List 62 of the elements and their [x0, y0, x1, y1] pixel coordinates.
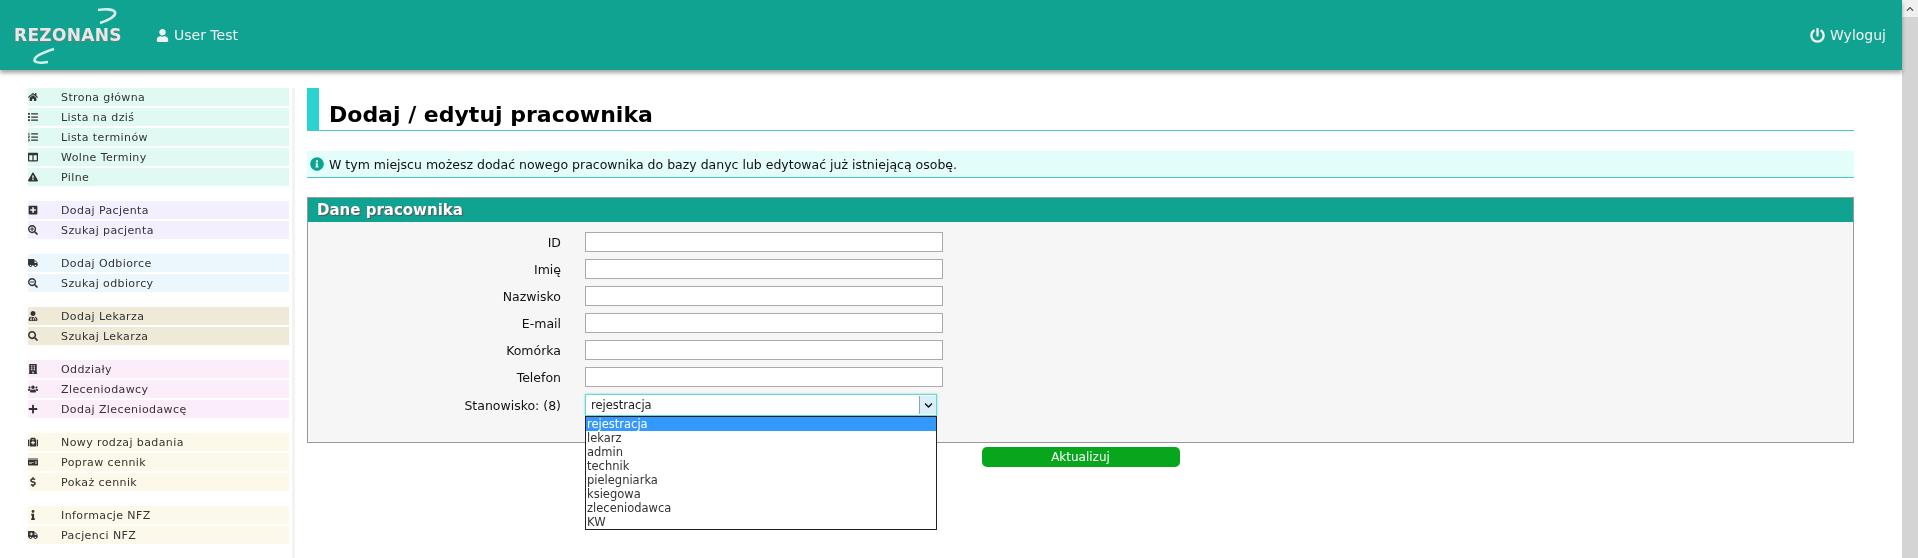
input-field[interactable] [585, 232, 943, 252]
caret-icon [919, 396, 936, 414]
info-icon [28, 510, 38, 520]
sidebar-item[interactable]: Wolne Terminy [28, 148, 289, 166]
plus-icon [28, 404, 38, 414]
medkit-icon [28, 437, 38, 447]
sidebar-item[interactable]: Dodaj Pacjenta [28, 201, 289, 219]
field-label: Imię [532, 261, 561, 277]
sidebar-item[interactable]: Dodaj Zleceniodawcę [28, 400, 289, 418]
input-field[interactable] [585, 340, 943, 360]
dollar-icon [28, 477, 38, 487]
scrollbar[interactable] [1902, 0, 1918, 558]
sidebar-item[interactable]: Pokaż cennik [28, 473, 289, 491]
sidebar-item[interactable]: Strona główna [28, 88, 289, 106]
logo: REZONANS [14, 5, 132, 65]
sidebar-item[interactable]: Pilne [28, 168, 289, 186]
warning-icon [28, 172, 38, 182]
list-icon [28, 112, 38, 122]
user-icon [156, 28, 169, 42]
field-label: Telefon [515, 369, 561, 385]
sidebar-item[interactable]: Zleceniodawcy [28, 380, 289, 398]
sidebar-item[interactable]: Dodaj Odbiorce [28, 254, 289, 272]
home-icon [28, 92, 38, 102]
field-label: Stanowisko: (8) [463, 397, 561, 413]
sidebar-item[interactable]: Lista terminów [28, 128, 289, 146]
info-icon [310, 157, 324, 171]
sidebar-item[interactable]: Pacjenci NFZ [28, 526, 289, 544]
input-field[interactable] [585, 286, 943, 306]
sidebar-item[interactable]: Nowy rodzaj badania [28, 433, 289, 451]
zoom-out-icon [28, 278, 38, 288]
ambulance-icon [28, 530, 38, 540]
users-icon [28, 384, 38, 394]
sidebar-item[interactable]: Szukaj pacjenta [28, 221, 289, 239]
field-label: Nazwisko [501, 288, 561, 304]
truck-icon [28, 258, 38, 268]
panel-title: Dane pracownika [308, 198, 1853, 222]
doctor-icon [28, 311, 38, 321]
field-label: E-mail [520, 315, 561, 331]
zoom-in-icon [28, 225, 38, 235]
sidebar-item[interactable]: Szukaj odbiorcy [28, 274, 289, 292]
field-label: Komórka [505, 342, 561, 358]
columns-icon [28, 152, 38, 162]
sidebar-item[interactable]: Informacje NFZ [28, 506, 289, 524]
position-select[interactable]: rejestracja [585, 394, 937, 416]
sidebar-item[interactable]: Lista na dziś [28, 108, 289, 126]
card-icon [28, 457, 38, 467]
title-accent-bar [307, 88, 319, 130]
sidebar-item[interactable]: Popraw cennik [28, 453, 289, 471]
scroll-up-icon[interactable] [1902, 0, 1918, 17]
input-field[interactable] [585, 259, 943, 279]
sidebar-item[interactable]: Oddziały [28, 360, 289, 378]
sidebar-item[interactable]: Dodaj Lekarza [28, 307, 289, 325]
building-icon [28, 364, 38, 374]
field-label: ID [546, 234, 561, 250]
info-message: W tym miejscu możesz dodać nowego pracownika do bazy danyc lub edytować już istniejącą osobę. [329, 156, 957, 172]
input-field[interactable] [585, 367, 943, 387]
page-title: Dodaj / edytuj pracownika [329, 102, 653, 129]
numbered-list-icon [28, 132, 38, 142]
search-icon [28, 331, 38, 341]
power-icon [1810, 27, 1825, 43]
input-field[interactable] [585, 313, 943, 333]
sidebar-item[interactable]: Szukaj Lekarza [28, 327, 289, 345]
